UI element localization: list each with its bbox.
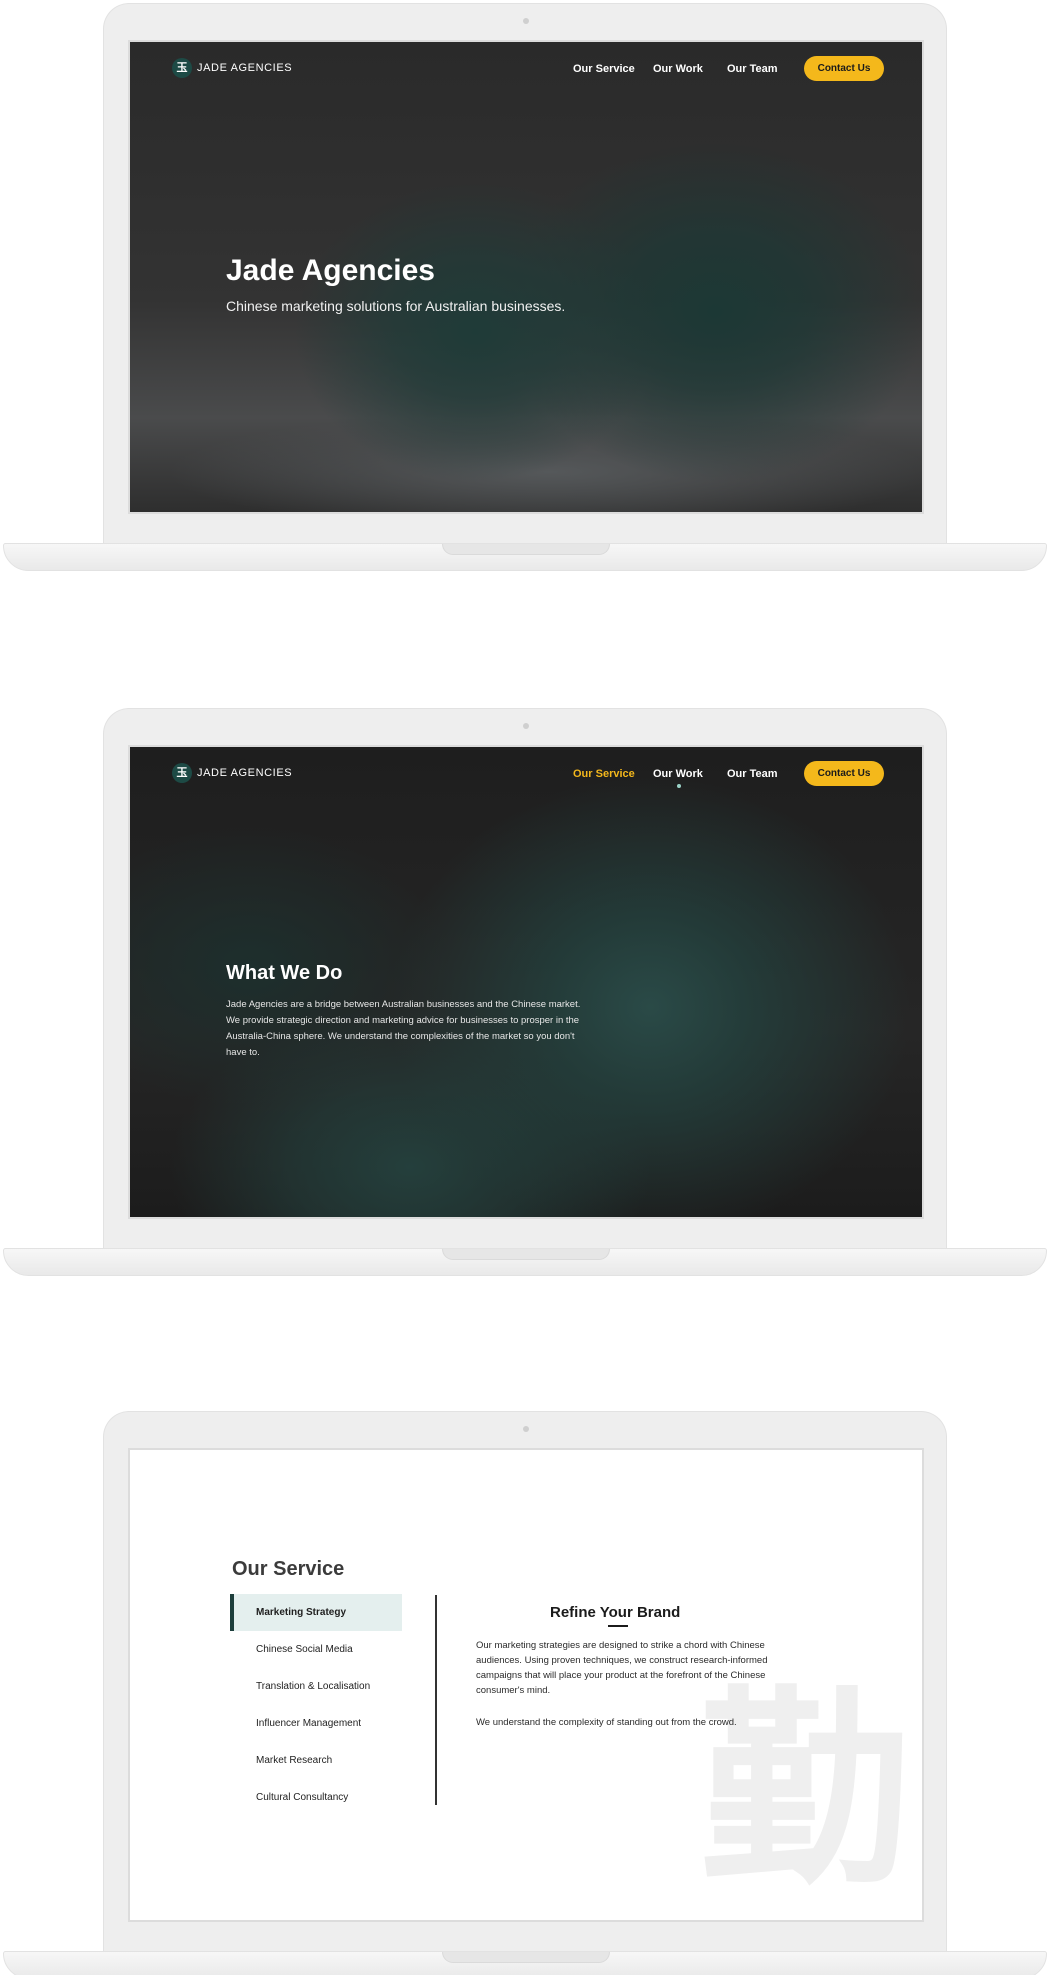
service-section-title: Our Service bbox=[232, 1558, 345, 1580]
nav-our-team[interactable]: Our Team bbox=[727, 63, 778, 75]
laptop-base bbox=[3, 1951, 1047, 1975]
screen-what-we-do: 玉 JADE AGENCIES Our Service Our Work Our… bbox=[128, 745, 924, 1219]
camera-icon bbox=[523, 18, 529, 24]
service-item-cultural-consultancy[interactable]: Cultural Consultancy bbox=[230, 1779, 402, 1816]
what-we-do-body: Jade Agencies are a bridge between Austr… bbox=[226, 999, 581, 1058]
camera-icon bbox=[523, 1426, 529, 1432]
laptop-notch bbox=[442, 544, 610, 555]
contact-us-button[interactable]: Contact Us bbox=[804, 56, 884, 81]
service-item-influencer-management[interactable]: Influencer Management bbox=[230, 1705, 402, 1742]
service-detail-heading: Refine Your Brand bbox=[550, 1604, 681, 1621]
nav-our-service[interactable]: Our Service bbox=[573, 768, 635, 780]
service-item-translation-localisation[interactable]: Translation & Localisation bbox=[230, 1668, 402, 1705]
jade-logo-icon: 玉 bbox=[172, 58, 192, 78]
service-item-market-research[interactable]: Market Research bbox=[230, 1742, 402, 1779]
service-item-chinese-social-media[interactable]: Chinese Social Media bbox=[230, 1631, 402, 1668]
hero-subtitle: Chinese marketing solutions for Australi… bbox=[226, 298, 566, 314]
nav-our-team[interactable]: Our Team bbox=[727, 768, 778, 780]
service-menu: Marketing Strategy Chinese Social Media … bbox=[230, 1594, 402, 1816]
service-item-marketing-strategy[interactable]: Marketing Strategy bbox=[230, 1594, 402, 1631]
nav-bar: 玉 JADE AGENCIES Our Service Our Work Our… bbox=[130, 747, 922, 805]
nav-our-service[interactable]: Our Service bbox=[573, 63, 635, 75]
hero-title: Jade Agencies bbox=[226, 254, 435, 287]
laptop-lid: 玉 JADE AGENCIES Our Service Our Work Our… bbox=[103, 708, 947, 1248]
vertical-divider bbox=[435, 1595, 437, 1805]
jade-logo-icon: 玉 bbox=[172, 763, 192, 783]
logo-text: JADE AGENCIES bbox=[197, 62, 293, 74]
nav-bar: 玉 JADE AGENCIES Our Service Our Work Our… bbox=[130, 42, 922, 100]
contact-us-button[interactable]: Contact Us bbox=[804, 761, 884, 786]
service-detail-paragraph-1: Our marketing strategies are designed to… bbox=[476, 1640, 768, 1696]
logo-text: JADE AGENCIES bbox=[197, 767, 293, 779]
laptop-lid: 勤 Our Service Marketing Strategy Chinese… bbox=[103, 1411, 947, 1951]
screen-our-service: 勤 Our Service Marketing Strategy Chinese… bbox=[128, 1448, 924, 1922]
laptop-base bbox=[3, 1248, 1047, 1276]
service-detail-paragraph-2: We understand the complexity of standing… bbox=[476, 1717, 737, 1728]
heading-underline bbox=[608, 1625, 628, 1627]
what-we-do-title: What We Do bbox=[226, 962, 343, 984]
camera-icon bbox=[523, 723, 529, 729]
nav-our-work[interactable]: Our Work bbox=[653, 768, 703, 780]
scroll-indicator-dot bbox=[677, 784, 681, 788]
nav-our-work[interactable]: Our Work bbox=[653, 63, 703, 75]
laptop-notch bbox=[442, 1249, 610, 1260]
screen-hero: 玉 JADE AGENCIES Our Service Our Work Our… bbox=[128, 40, 924, 514]
logo[interactable]: 玉 JADE AGENCIES bbox=[172, 58, 292, 78]
laptop-base bbox=[3, 543, 1047, 571]
laptop-notch bbox=[442, 1952, 610, 1963]
logo[interactable]: 玉 JADE AGENCIES bbox=[172, 763, 292, 783]
laptop-lid: 玉 JADE AGENCIES Our Service Our Work Our… bbox=[103, 3, 947, 543]
